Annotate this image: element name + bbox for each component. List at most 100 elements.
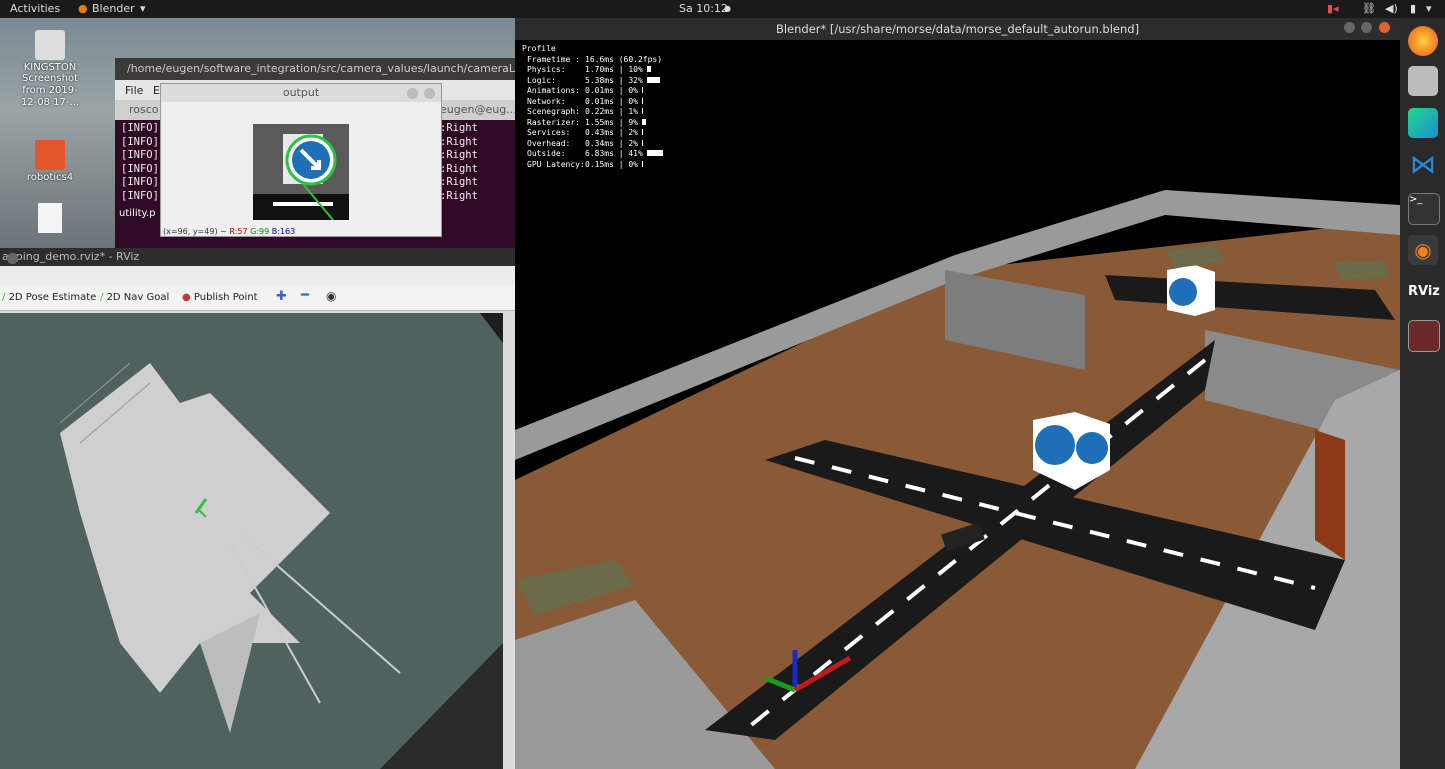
tool-publish-point[interactable]: ● Publish Point	[182, 292, 258, 303]
app-menu[interactable]: Blender	[92, 2, 135, 15]
profile-row-name: Overhead:	[527, 138, 571, 148]
tab-rosco[interactable]: rosco	[129, 103, 159, 116]
log-line: [INFO]	[121, 176, 159, 188]
output-window[interactable]: output (x=96, y=49) ~ R:57 G:99 B:163	[160, 83, 442, 237]
profile-row-bar	[642, 160, 643, 167]
terminal-log-right: :Right :Right :Right :Right :Right :Righ…	[440, 122, 478, 203]
profile-row-value: 5.38ms	[585, 75, 614, 85]
network-icon[interactable]: ⛓	[1362, 2, 1376, 15]
profile-row-name: Physics:	[527, 65, 566, 74]
view-eye-icon[interactable]: ◉	[326, 289, 336, 303]
close-button[interactable]	[7, 253, 18, 264]
menu-edit[interactable]: E	[153, 84, 160, 97]
system-menu-arrow-icon[interactable]: ▾	[1426, 2, 1432, 15]
profile-row-name: Frametime :	[527, 54, 580, 64]
battery-icon[interactable]: ▮	[1410, 2, 1416, 15]
profile-row-value: 1.55ms	[585, 117, 614, 127]
sign-face	[1169, 278, 1197, 306]
log-line: [INFO]	[121, 189, 159, 202]
map-pin-icon: ●	[182, 292, 191, 303]
minimize-button[interactable]	[406, 88, 418, 99]
profile-row: Network: 0.01ms | 0%	[522, 97, 663, 108]
vscode-icon[interactable]: ⋈	[1408, 150, 1438, 180]
profile-row-percent: 32%	[628, 75, 643, 85]
log-line: :Right	[440, 122, 478, 134]
terminal-titlebar[interactable]: /home/eugen/software_integration/src/cam…	[115, 58, 522, 80]
profile-row-value: 0.01ms	[585, 86, 614, 95]
desktop-icon-screenshot[interactable]: Screenshot from 2019-12-08 17-...	[15, 73, 85, 109]
profile-row: Outside: 6.83ms | 41%	[522, 149, 664, 160]
log-line: [INFO]	[121, 162, 159, 175]
desktop-icon-robotics4[interactable]: robotics4	[15, 140, 85, 184]
screen-record-icon[interactable]: ▮◂	[1327, 2, 1339, 15]
activities-button[interactable]: Activities	[10, 2, 60, 15]
sign-face	[1035, 425, 1075, 465]
profile-row-value: 6.83ms	[585, 149, 614, 158]
desktop-icon-file[interactable]	[15, 203, 85, 235]
blender-window[interactable]: Blender* [/usr/share/morse/data/morse_de…	[515, 18, 1400, 769]
tool-2d-pose-estimate[interactable]: / 2D Pose Estimate	[2, 292, 96, 303]
blender-icon[interactable]: ◉	[1408, 235, 1438, 265]
profile-row-percent: 10%	[628, 65, 643, 74]
rviz-titlebar[interactable]: apping_demo.rviz* - RViz	[0, 248, 515, 266]
pixel-info: (x=96, y=49) ~ R:57 G:99 B:163	[163, 227, 295, 236]
rviz-window[interactable]: apping_demo.rviz* - RViz / 2D Pose Estim…	[0, 248, 515, 769]
tool-2d-nav-goal[interactable]: / 2D Nav Goal	[100, 292, 169, 303]
clock[interactable]: Sa 10:12	[679, 2, 728, 15]
notification-dot-icon: ●	[724, 4, 731, 13]
profile-row-bar	[646, 76, 660, 83]
door	[1315, 430, 1345, 560]
close-button[interactable]	[424, 88, 435, 99]
rviz-title: apping_demo.rviz* - RViz	[2, 250, 140, 263]
blender-app-icon: ●	[78, 2, 88, 15]
dock: ⋈ >_ ◉ RViz	[1400, 18, 1445, 769]
profile-row-percent: 0%	[628, 86, 638, 95]
profile-row-bar	[642, 139, 643, 146]
profile-row-value: 0.34ms	[585, 138, 614, 148]
record-icon[interactable]	[1408, 320, 1440, 352]
profile-row-name: Outside:	[527, 149, 566, 158]
profile-row-value: 0.01ms	[585, 96, 614, 106]
profile-row-percent: 2%	[628, 138, 638, 148]
profile-row: Rasterizer: 1.55ms | 9%	[522, 118, 663, 129]
volume-icon[interactable]: ◀)	[1385, 2, 1398, 15]
app-menu-arrow-icon[interactable]: ▾	[140, 2, 146, 15]
blender-title: Blender* [/usr/share/morse/data/morse_de…	[775, 22, 1140, 36]
zoom-in-icon[interactable]: ✚	[276, 289, 287, 304]
profile-row-value: 0.15ms	[585, 159, 614, 169]
maximize-button[interactable]	[1361, 22, 1373, 33]
tool-label: 2D Nav Goal	[106, 292, 170, 303]
rviz-3d-view[interactable]	[0, 313, 503, 769]
terminal-icon[interactable]: >_	[1408, 193, 1440, 225]
profile-row: GPU Latency:0.15ms | 0%	[522, 160, 663, 171]
desktop-icon-label: robotics4	[26, 172, 74, 183]
profile-row-percent: 41%	[628, 149, 643, 158]
top-bar: Activities ● Blender ▾ Sa 10:12 ● ▮◂ ⛓ ◀…	[0, 0, 1445, 18]
pycharm-icon[interactable]	[1408, 108, 1438, 138]
zoom-out-icon[interactable]: ━	[301, 288, 309, 303]
close-button[interactable]	[1379, 22, 1390, 33]
usb-drive-icon	[35, 30, 65, 60]
blender-titlebar[interactable]: Blender* [/usr/share/morse/data/morse_de…	[515, 18, 1400, 40]
profile-rows: Frametime : 16.6ms (60.2fps) Physics: 1.70m…	[522, 54, 664, 171]
profile-row-name: Network:	[527, 96, 566, 106]
profile-row-name: Services:	[527, 128, 571, 137]
tab-eugen[interactable]: eugen@eug...	[440, 103, 517, 116]
rviz-toolbar: / 2D Pose Estimate / 2D Nav Goal ● Publi…	[0, 286, 515, 311]
firefox-icon[interactable]	[1408, 26, 1438, 56]
profile-row-bar	[646, 66, 651, 72]
camera-image[interactable]	[253, 124, 349, 220]
menu-file[interactable]: File	[125, 84, 143, 97]
desktop-icon-kingston[interactable]: KINGSTON	[15, 30, 85, 74]
rviz-icon[interactable]: RViz	[1408, 277, 1440, 307]
files-icon[interactable]	[1408, 66, 1438, 96]
profile-row-name: Animations:	[527, 86, 580, 95]
output-titlebar[interactable]: output	[161, 84, 441, 102]
profile-row-percent: 2%	[628, 128, 638, 137]
desktop-icon-label: KINGSTON	[23, 62, 77, 73]
terminal-title: /home/eugen/software_integration/src/cam…	[127, 62, 522, 75]
profile-row-bar	[642, 87, 643, 93]
pixel-r: R:57	[229, 227, 248, 236]
minimize-button[interactable]	[1343, 22, 1355, 33]
profile-row-name: Logic:	[527, 75, 556, 85]
